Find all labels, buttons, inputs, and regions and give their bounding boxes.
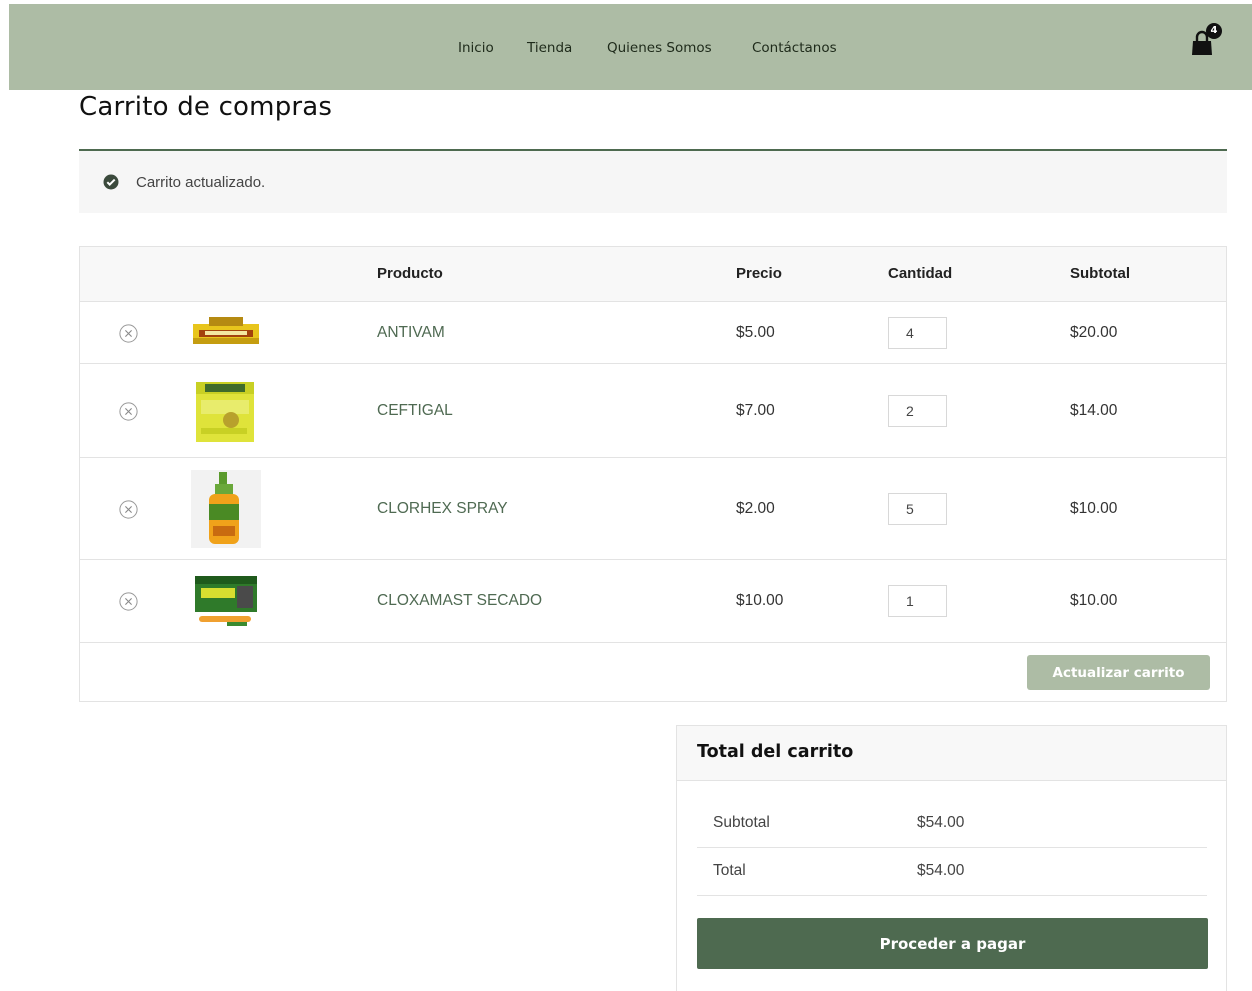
- product-subtotal: $20.00: [1070, 324, 1118, 341]
- totals-subtotal-row: Subtotal $54.00: [697, 800, 1207, 848]
- remove-item-icon[interactable]: [119, 500, 138, 519]
- product-price: $10.00: [736, 592, 784, 609]
- product-price: $2.00: [736, 500, 775, 517]
- header-quantity: Cantidad: [888, 265, 953, 282]
- cart-table: Producto Precio Cantidad Subtotal ANTIVA…: [79, 246, 1227, 702]
- page-title: Carrito de compras: [79, 92, 333, 122]
- quantity-input[interactable]: [888, 395, 947, 427]
- product-price: $7.00: [736, 402, 775, 419]
- nav-link-inicio[interactable]: Inicio: [458, 40, 494, 56]
- product-subtotal: $10.00: [1070, 500, 1118, 517]
- table-row: CLORHEX SPRAY $2.00 $10.00: [80, 458, 1226, 560]
- product-thumbnail[interactable]: [191, 378, 261, 444]
- total-label: Total: [713, 862, 746, 879]
- update-cart-button[interactable]: Actualizar carrito: [1027, 655, 1210, 690]
- totals-total-row: Total $54.00: [697, 848, 1207, 896]
- table-header: Producto Precio Cantidad Subtotal: [80, 247, 1226, 302]
- proceed-to-checkout-button[interactable]: Proceder a pagar: [697, 918, 1208, 969]
- product-name-link[interactable]: CLOXAMAST SECADO: [377, 592, 542, 610]
- cart-totals-header: Total del carrito: [677, 726, 1226, 781]
- product-thumbnail[interactable]: [191, 572, 261, 632]
- remove-item-icon[interactable]: [119, 324, 138, 343]
- cart-totals-title: Total del carrito: [697, 742, 854, 762]
- subtotal-value: $54.00: [917, 814, 965, 831]
- check-circle-icon: [103, 174, 119, 190]
- nav-link-tienda[interactable]: Tienda: [527, 40, 572, 56]
- site-header: Inicio Tienda Quienes Somos Contáctanos: [9, 4, 1252, 90]
- quantity-input[interactable]: [888, 317, 947, 349]
- notice-text: Carrito actualizado.: [136, 174, 266, 191]
- nav-link-contactanos[interactable]: Contáctanos: [752, 40, 837, 56]
- cart-count-badge: 4: [1206, 23, 1222, 39]
- table-row: CEFTIGAL $7.00 $14.00: [80, 364, 1226, 458]
- product-thumbnail[interactable]: [191, 314, 261, 350]
- cart-totals-panel: Total del carrito Subtotal $54.00 Total …: [676, 725, 1227, 991]
- product-name-link[interactable]: CLORHEX SPRAY: [377, 500, 508, 518]
- quantity-input[interactable]: [888, 585, 947, 617]
- nav-link-quienes-somos[interactable]: Quienes Somos: [607, 40, 712, 56]
- product-thumbnail[interactable]: [191, 470, 261, 548]
- product-subtotal: $14.00: [1070, 402, 1118, 419]
- table-row: ANTIVAM $5.00 $20.00: [80, 302, 1226, 364]
- product-price: $5.00: [736, 324, 775, 341]
- header-subtotal: Subtotal: [1070, 265, 1130, 282]
- quantity-input[interactable]: [888, 493, 947, 525]
- table-row: CLOXAMAST SECADO $10.00 $10.00: [80, 560, 1226, 643]
- remove-item-icon[interactable]: [119, 592, 138, 611]
- remove-item-icon[interactable]: [119, 402, 138, 421]
- subtotal-label: Subtotal: [713, 814, 770, 831]
- cart-updated-notice: Carrito actualizado.: [79, 149, 1227, 213]
- main-nav: Inicio Tienda Quienes Somos Contáctanos: [9, 40, 1252, 60]
- product-subtotal: $10.00: [1070, 592, 1118, 609]
- product-name-link[interactable]: CEFTIGAL: [377, 402, 453, 420]
- total-value: $54.00: [917, 862, 965, 879]
- header-price: Precio: [736, 265, 782, 282]
- header-product: Producto: [377, 265, 443, 282]
- product-name-link[interactable]: ANTIVAM: [377, 324, 445, 342]
